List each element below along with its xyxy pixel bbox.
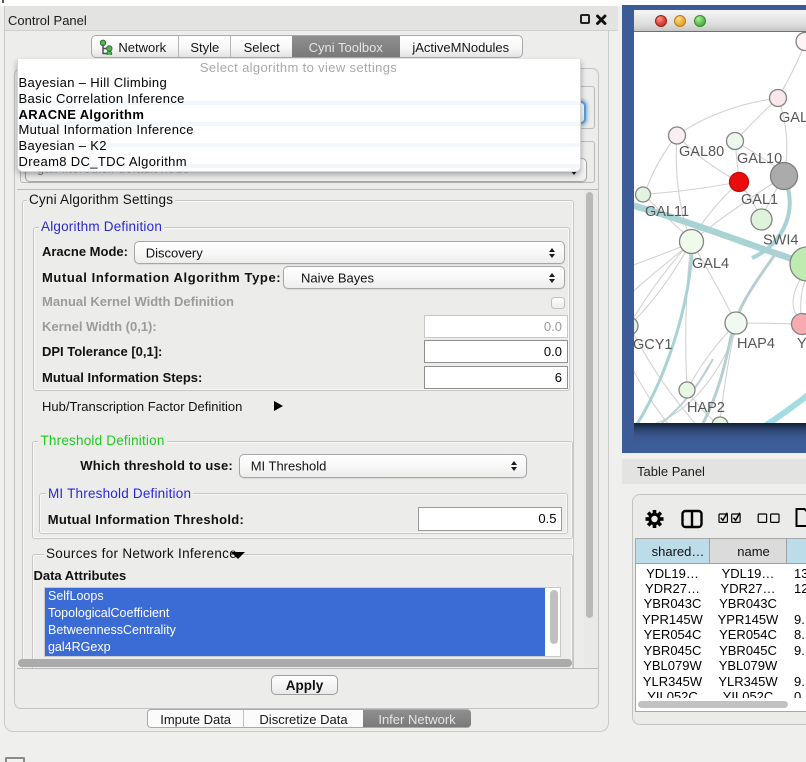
svg-text:HAP4: HAP4 — [737, 336, 775, 352]
svg-text:GAL10: GAL10 — [737, 151, 782, 167]
svg-text:GAL11: GAL11 — [645, 204, 689, 220]
svg-text:GAL1: GAL1 — [741, 192, 778, 208]
svg-text:GAL80: GAL80 — [679, 144, 724, 160]
svg-text:HAP2: HAP2 — [687, 400, 725, 416]
svg-text:Y: Y — [797, 336, 806, 352]
svg-text:GCY1: GCY1 — [634, 337, 673, 353]
svg-text:SWI4: SWI4 — [763, 232, 798, 248]
svg-text:GAL4: GAL4 — [692, 256, 729, 272]
svg-text:GAL7: GAL7 — [779, 110, 806, 126]
